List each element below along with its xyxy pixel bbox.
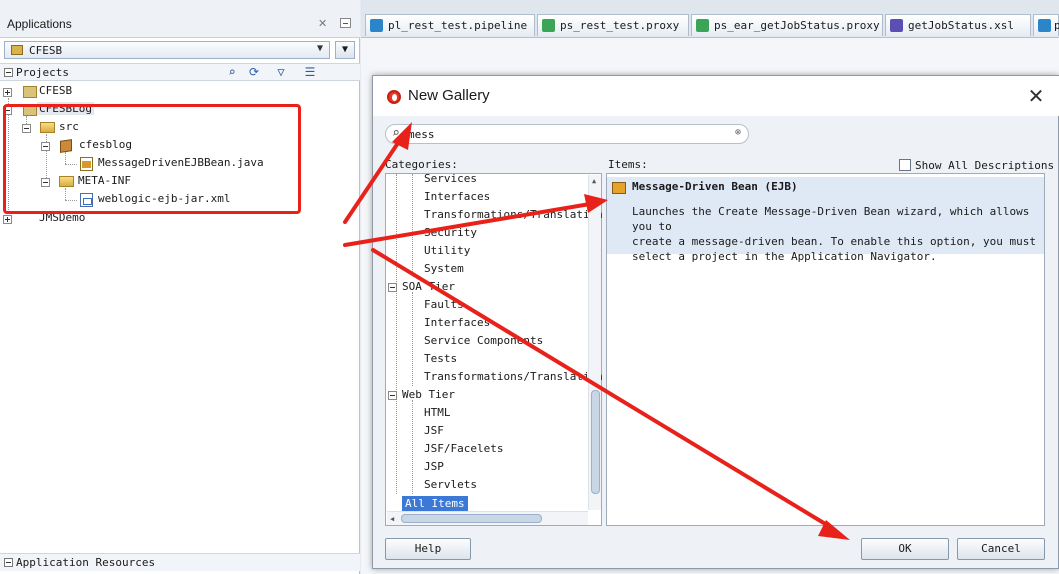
tree-item-label: CFESB [39,84,73,97]
scroll-left-icon[interactable]: ◀ [390,515,394,523]
category-item[interactable]: JSP [424,460,444,473]
show-all-descriptions-label: Show All Descriptions [915,159,1055,172]
category-item[interactable]: Transformations/Translation [424,370,603,383]
dialog-title-bar: New Gallery ✕ [373,76,1059,116]
tab-ps-ear-getjobstatus-proxy[interactable]: ps_ear_getJobStatus.proxy [691,14,883,36]
expand-icon[interactable] [3,215,12,224]
close-icon[interactable]: ✕ [1025,84,1047,109]
cancel-button[interactable]: Cancel [957,538,1045,560]
bean-icon [612,182,626,194]
collapse-icon[interactable] [388,391,397,400]
categories-vertical-scrollbar[interactable]: ▲ [588,175,601,510]
tab-label: ps_rest_test.proxy [560,19,680,32]
category-item[interactable]: Security [424,226,477,239]
category-item[interactable]: Tests [424,352,457,365]
search-field[interactable]: ⌕ ⊗ [385,124,749,144]
applications-header: Applications ✕ [0,0,360,38]
projects-header[interactable]: Projects ⌕ ⟳ ▽ ☰ [0,63,360,81]
category-item[interactable]: JSF [424,424,444,437]
scrollbar-thumb[interactable] [591,390,600,494]
clear-search-icon[interactable]: ⊗ [735,127,741,138]
category-item[interactable]: Interfaces [424,190,490,203]
view-options-icon[interactable]: ☰ [302,65,318,80]
list-item-message-driven-bean[interactable]: Message-Driven Bean (EJB) Launches the C… [607,177,1044,263]
help-button[interactable]: Help [385,538,471,560]
tab-label: ps_ear_getJobStatus.proxy [714,19,880,32]
item-description: Launches the Create Message-Driven Bean … [632,205,1036,263]
refresh-icon[interactable]: ⟳ [246,65,262,80]
category-item[interactable]: Transformations/Translation [424,208,603,221]
tab-label: getJobStatus.xsl [908,19,1014,32]
projects-label: Projects [16,66,69,79]
application-icon [23,86,37,98]
application-icon [11,45,23,55]
applications-panel: Applications ✕ CFESB ▼ ▼ Projects ⌕ ⟳ ▽ … [0,0,360,574]
application-selector-value: CFESB [29,44,63,57]
pipeline-icon [370,19,383,32]
tab-overflow[interactable]: p [1033,14,1059,36]
application-selector[interactable]: CFESB ▼ [4,41,330,59]
collapse-projects-icon[interactable] [4,68,13,77]
search-input[interactable] [408,127,708,142]
category-all-items[interactable]: All Items [402,496,468,512]
proxy-icon [542,19,555,32]
items-label: Items: [608,158,648,171]
filter-icon[interactable]: ▽ [273,65,289,80]
category-item[interactable]: HTML [424,406,451,419]
application-resources-label: Application Resources [16,556,156,569]
category-item[interactable]: Utility [424,244,470,257]
xsl-icon [890,19,903,32]
close-panel-icon[interactable]: ✕ [318,17,327,30]
category-item[interactable]: Service Components [424,334,543,347]
category-item[interactable]: System [424,262,464,275]
category-item[interactable]: SOA Tier [402,280,455,293]
categories-horizontal-scrollbar[interactable]: ◀ [387,511,588,525]
category-item[interactable]: Services [424,172,477,185]
category-item[interactable]: Interfaces [424,316,490,329]
tab-getjobstatus-xsl[interactable]: getJobStatus.xsl [885,14,1031,36]
app-logo-icon [387,90,401,104]
items-list[interactable]: Message-Driven Bean (EJB) Launches the C… [606,173,1045,526]
application-menu-button[interactable]: ▼ [335,41,355,59]
expand-icon[interactable] [3,88,12,97]
category-item[interactable]: JSF/Facelets [424,442,503,455]
application-resources-header[interactable]: Application Resources [0,553,360,571]
tab-label: p [1054,19,1059,32]
proxy-icon [696,19,709,32]
dialog-title: New Gallery [408,87,490,104]
checkbox-icon[interactable] [899,159,911,171]
chevron-down-icon: ▼ [316,43,323,54]
annotation-highlight-box [3,104,301,214]
pipeline-icon [1038,19,1051,32]
scroll-up-icon[interactable]: ▲ [592,177,596,185]
search-icon: ⌕ [392,126,400,141]
category-item[interactable]: Web Tier [402,388,455,401]
minimize-panel-icon[interactable] [340,18,351,28]
editor-tab-bar: pl_rest_test.pipeline ps_rest_test.proxy… [361,0,1059,38]
collapse-icon[interactable] [388,283,397,292]
category-item[interactable]: Servlets [424,478,477,491]
collapse-resources-icon[interactable] [4,558,13,567]
category-item[interactable]: Faults [424,298,464,311]
scrollbar-thumb[interactable] [401,514,542,523]
categories-tree[interactable]: Services Interfaces Transformations/Tran… [385,172,603,526]
find-icon[interactable]: ⌕ [224,65,240,80]
new-gallery-dialog: New Gallery ✕ ⌕ ⊗ Categories: Services I… [372,75,1059,569]
applications-title: Applications [7,17,72,31]
tab-pl-rest-test-pipeline[interactable]: pl_rest_test.pipeline [365,14,535,36]
categories-label: Categories: [385,158,458,171]
ok-button[interactable]: OK [861,538,949,560]
tab-ps-rest-test-proxy[interactable]: ps_rest_test.proxy [537,14,689,36]
tab-label: pl_rest_test.pipeline [388,19,528,32]
item-title: Message-Driven Bean (EJB) [632,180,798,193]
